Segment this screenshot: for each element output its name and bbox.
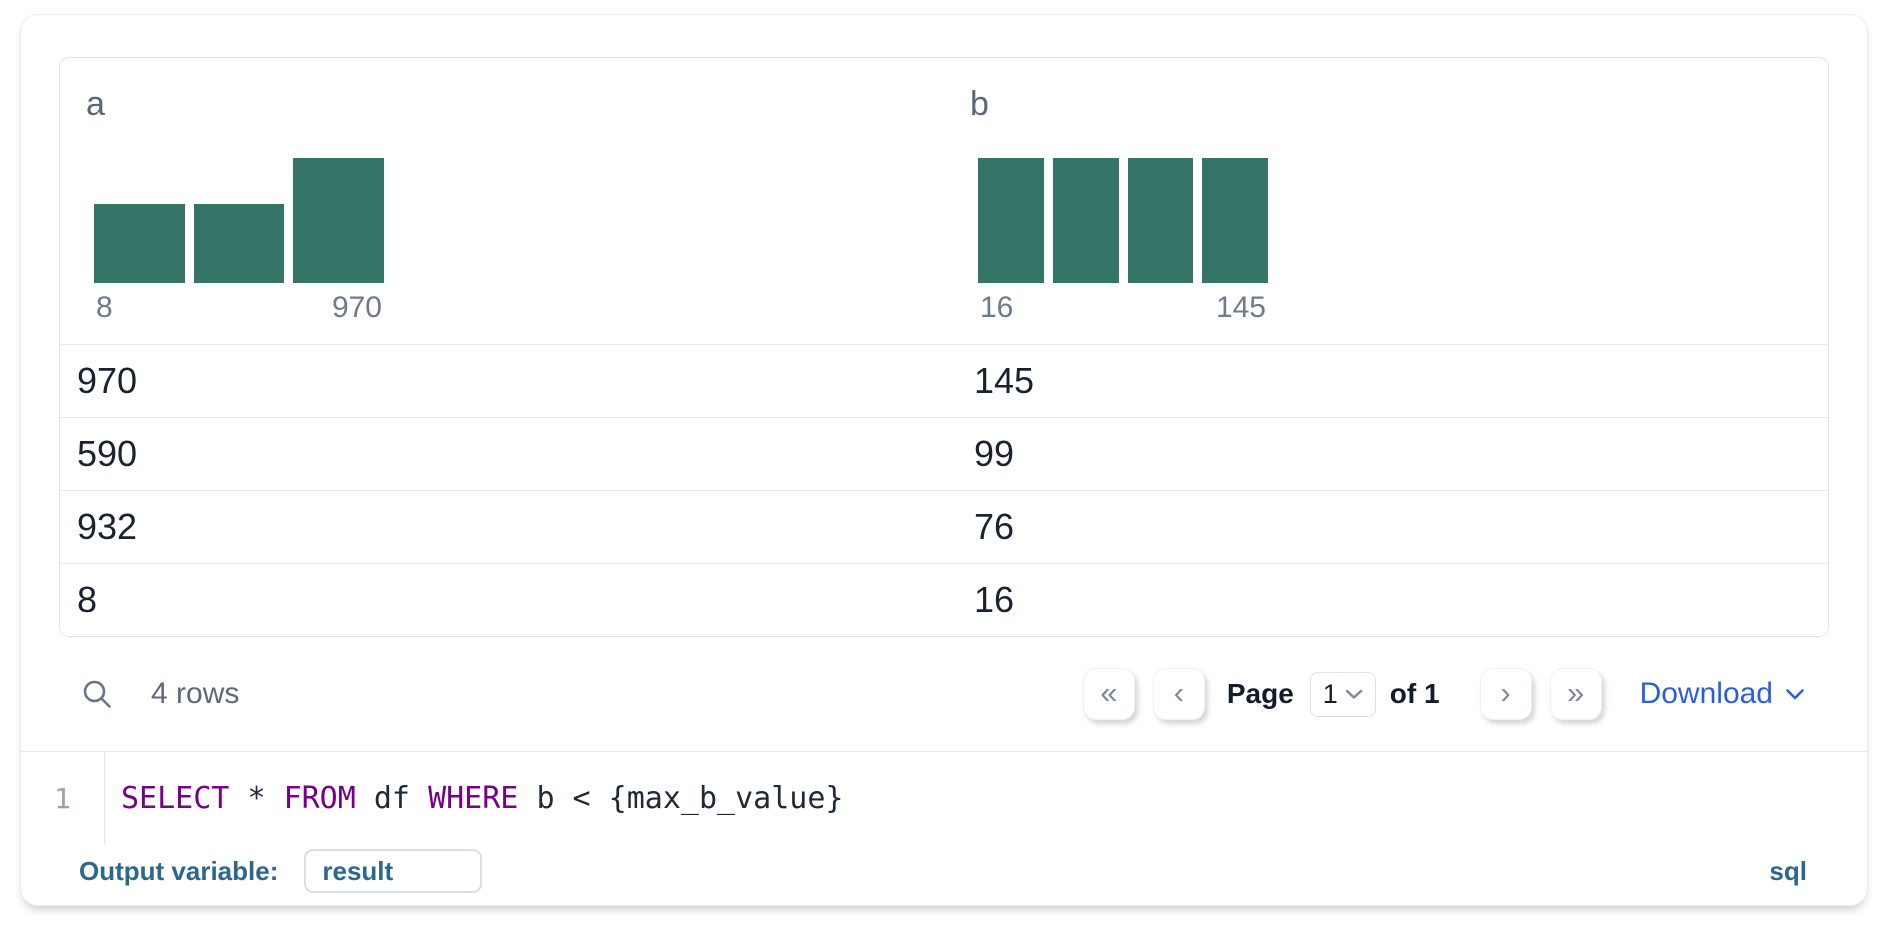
histogram-tick-label: 970 xyxy=(332,291,382,325)
code-token: FROM xyxy=(284,781,374,816)
code-token: b < {max_b_value} xyxy=(536,781,843,816)
table-body: 9701455909993276816 xyxy=(60,344,1828,636)
line-number: 1 xyxy=(54,782,71,815)
double-chevron-right-icon: » xyxy=(1567,677,1584,708)
double-chevron-left-icon: « xyxy=(1100,677,1117,708)
line-number-gutter: 1 xyxy=(21,752,105,845)
chevron-down-icon xyxy=(1345,689,1363,700)
page: a 8970 b 16145 9701455909993276816 xyxy=(0,0,1890,928)
table-row: 93276 xyxy=(60,490,1828,563)
page-number-select[interactable]: 1 xyxy=(1310,672,1376,717)
output-variable-bar: Output variable: sql xyxy=(21,845,1867,905)
previous-page-button[interactable]: ‹ xyxy=(1153,668,1205,720)
histogram-bar xyxy=(1128,158,1194,283)
table-cell: 970 xyxy=(60,360,944,402)
search-button[interactable] xyxy=(77,674,117,714)
sql-cell-card: a 8970 b 16145 9701455909993276816 xyxy=(20,14,1868,906)
table-row: 816 xyxy=(60,563,1828,636)
table-cell: 932 xyxy=(60,506,944,548)
histogram-tick-label: 8 xyxy=(96,291,113,325)
histogram-bar xyxy=(978,158,1044,283)
table-row: 970145 xyxy=(60,344,1828,417)
histogram-bar xyxy=(194,204,285,283)
code-line[interactable]: SELECT * FROM df WHERE b < {max_b_value} xyxy=(105,752,843,845)
download-label: Download xyxy=(1640,677,1773,711)
histogram-tick-label: 145 xyxy=(1216,291,1266,325)
chevron-down-icon xyxy=(1785,688,1805,701)
dataframe-card: a 8970 b 16145 9701455909993276816 xyxy=(59,57,1829,637)
search-icon xyxy=(80,677,114,711)
code-token: df xyxy=(374,781,428,816)
histogram-bar xyxy=(293,158,384,283)
download-button[interactable]: Download xyxy=(1640,677,1805,711)
table-cell: 99 xyxy=(944,433,1828,475)
table-header-row: a 8 970 b 16 145 xyxy=(60,58,1828,344)
language-badge: sql xyxy=(1769,856,1807,887)
histogram-a: 8 970 xyxy=(94,158,384,325)
histogram-ticks: 16 145 xyxy=(978,291,1268,325)
table-row: 59099 xyxy=(60,417,1828,490)
table-cell: 590 xyxy=(60,433,944,475)
output-variable-label: Output variable: xyxy=(79,856,278,887)
histogram-bar xyxy=(1053,158,1119,283)
last-page-button[interactable]: » xyxy=(1550,668,1602,720)
chevron-right-icon: › xyxy=(1500,677,1510,708)
table-cell: 16 xyxy=(944,579,1828,621)
page-total-label: of 1 xyxy=(1390,678,1440,710)
histogram-bars xyxy=(94,158,384,283)
table-cell: 8 xyxy=(60,579,944,621)
code-token: WHERE xyxy=(428,781,536,816)
page-label: Page xyxy=(1227,678,1294,710)
histogram-b: 16 145 xyxy=(978,158,1268,325)
table-footer: 4 rows « ‹ Page 1 of 1 › xyxy=(21,637,1867,751)
column-label: b xyxy=(970,86,1828,122)
code-token: * xyxy=(247,781,283,816)
first-page-button[interactable]: « xyxy=(1083,668,1135,720)
column-header-a[interactable]: a 8 970 xyxy=(60,58,944,344)
page-number-value: 1 xyxy=(1323,679,1338,710)
chevron-left-icon: ‹ xyxy=(1174,677,1184,708)
histogram-tick-label: 16 xyxy=(980,291,1013,325)
table-cell: 145 xyxy=(944,360,1828,402)
code-token: SELECT xyxy=(121,781,247,816)
row-count-label: 4 rows xyxy=(151,677,239,711)
column-header-b[interactable]: b 16 145 xyxy=(944,58,1828,344)
output-variable-input[interactable] xyxy=(304,849,482,893)
histogram-bar xyxy=(1202,158,1268,283)
histogram-bar xyxy=(94,204,185,283)
next-page-button[interactable]: › xyxy=(1480,668,1532,720)
table-cell: 76 xyxy=(944,506,1828,548)
column-label: a xyxy=(86,86,944,122)
histogram-bars xyxy=(978,158,1268,283)
code-editor-row[interactable]: 1 SELECT * FROM df WHERE b < {max_b_valu… xyxy=(21,752,1867,845)
histogram-ticks: 8 970 xyxy=(94,291,384,325)
